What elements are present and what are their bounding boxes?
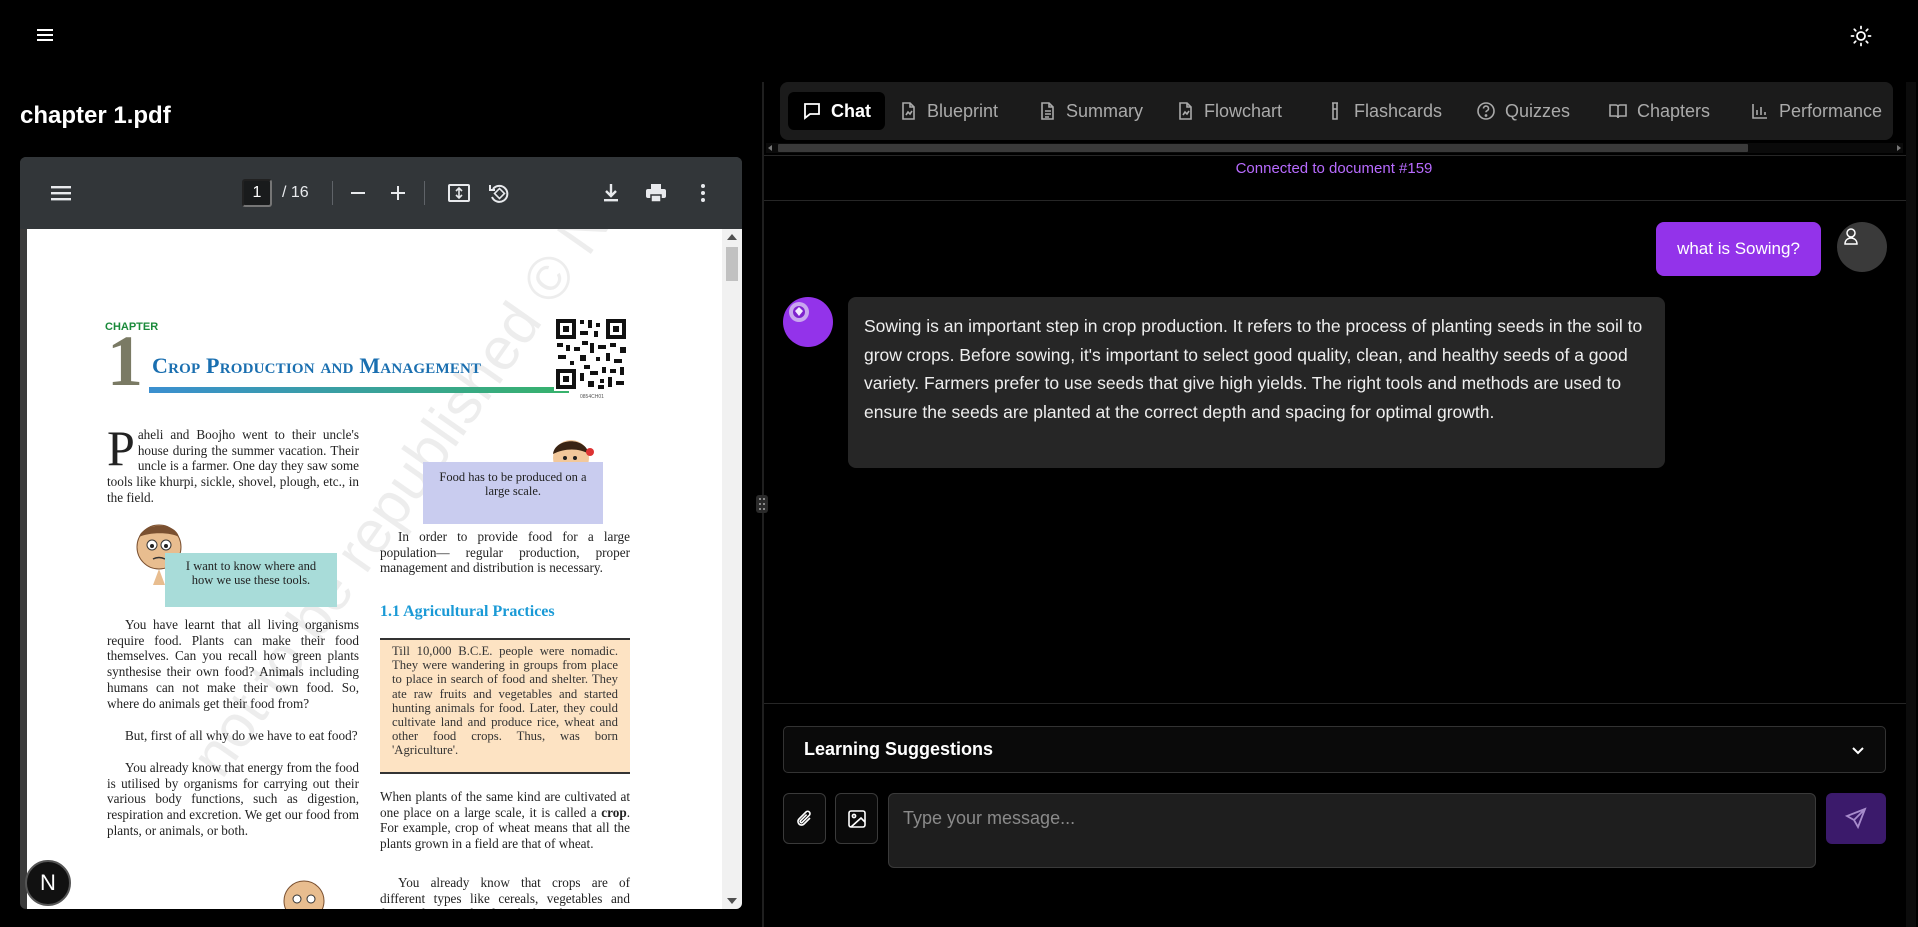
pdf-viewer: / 16 not to be republished © NCERT CHAPT… <box>20 157 742 909</box>
feature-tabs: Chat Blueprint Summary Flowchart Flashca… <box>780 82 1893 140</box>
user-message: what is Sowing? <box>1656 222 1821 276</box>
tab-label: Flowchart <box>1204 100 1283 121</box>
tab-label: Chat <box>831 100 871 121</box>
document-chart-icon <box>902 102 915 120</box>
toolbar-divider <box>332 181 333 205</box>
chapter-number: 1 <box>107 321 143 401</box>
tab-quizzes[interactable]: Quizzes <box>1462 92 1584 130</box>
tab-flowchart[interactable]: Flowchart <box>1161 92 1296 130</box>
paperclip-icon <box>796 810 811 826</box>
right-paragraph-2: When plants of the same kind are cultiva… <box>380 789 630 852</box>
divider <box>764 200 1906 201</box>
qr-code-id: 0854CH01 <box>580 394 604 400</box>
callout-food: Food has to be produced on a large scale… <box>423 462 603 524</box>
assistant-message: Sowing is an important step in crop prod… <box>848 297 1665 468</box>
tab-label: Performance <box>1779 100 1883 121</box>
send-button[interactable] <box>1826 793 1886 844</box>
tab-label: Flashcards <box>1354 100 1443 121</box>
crop-term: crop <box>601 804 627 820</box>
learning-suggestions-label: Learning Suggestions <box>804 739 994 759</box>
page-scrollbar[interactable] <box>1906 82 1916 927</box>
fit-page-icon[interactable] <box>446 180 472 206</box>
attach-file-button[interactable] <box>783 793 826 844</box>
pdf-scrollbar[interactable] <box>722 229 742 909</box>
page-total: / 16 <box>282 184 309 201</box>
pdf-page: not to be republished © NCERT CHAPTER 1 … <box>27 229 722 909</box>
connection-status: Connected to document #159 <box>1235 160 1433 177</box>
tab-chapters[interactable]: Chapters <box>1594 92 1724 130</box>
toolbar-divider <box>424 181 425 205</box>
tab-summary[interactable]: Summary <box>1023 92 1157 130</box>
tabs-scroll-thumb[interactable] <box>778 144 1748 152</box>
section-heading: 1.1 Agricultural Practices <box>380 603 555 620</box>
bar-chart-icon <box>1752 104 1767 119</box>
document-title: chapter 1.pdf <box>20 102 171 129</box>
send-icon <box>1844 807 1867 830</box>
left-paragraph-4: You already know that energy from the fo… <box>107 760 359 838</box>
tab-label: Quizzes <box>1505 100 1571 121</box>
message-input[interactable] <box>888 793 1816 868</box>
scroll-left-arrow-icon[interactable] <box>768 145 772 151</box>
tab-blueprint[interactable]: Blueprint <box>884 92 1012 130</box>
boy-cartoon-bottom <box>279 875 329 909</box>
divider <box>764 155 1906 156</box>
tab-label: Blueprint <box>927 100 999 121</box>
chat-bubble-icon <box>804 103 820 120</box>
tab-label: Summary <box>1066 100 1144 121</box>
intro-paragraph: Paheli and Boojho went to their uncle's … <box>107 420 359 506</box>
scroll-down-arrow-icon[interactable] <box>727 898 737 904</box>
tab-chat[interactable]: Chat <box>788 92 885 130</box>
top-bar <box>0 0 1918 72</box>
hamburger-menu-icon[interactable] <box>34 24 56 46</box>
pdf-toolbar: / 16 <box>20 157 742 229</box>
tab-performance[interactable]: Performance <box>1736 92 1896 130</box>
qr-code <box>554 317 628 391</box>
flask-icon <box>1332 102 1338 120</box>
left-paragraph-2: You have learnt that all living organism… <box>107 617 359 711</box>
document-text-icon <box>1041 102 1054 120</box>
sun-icon[interactable] <box>1850 25 1872 47</box>
tab-flashcards[interactable]: Flashcards <box>1311 92 1456 130</box>
book-open-icon <box>1609 104 1627 119</box>
tab-label: Chapters <box>1637 100 1711 121</box>
scroll-up-arrow-icon[interactable] <box>727 234 737 240</box>
right-paragraph-3: You already know that crops are of diffe… <box>380 875 630 909</box>
document-flow-icon <box>1179 102 1192 120</box>
sidebar-menu-icon[interactable] <box>48 180 74 206</box>
tabs-scrollbar[interactable] <box>766 143 1903 153</box>
rotate-icon[interactable] <box>486 180 512 206</box>
scroll-thumb[interactable] <box>726 247 738 281</box>
zoom-out-icon[interactable] <box>345 180 371 206</box>
assistant-avatar-icon <box>783 297 833 347</box>
attach-image-button[interactable] <box>835 793 878 844</box>
chevron-down-icon <box>1852 747 1864 755</box>
callout-tools: I want to know where and how we use thes… <box>165 553 337 607</box>
page-number-input[interactable] <box>242 179 272 207</box>
image-icon <box>847 810 866 828</box>
more-options-icon[interactable] <box>690 180 716 206</box>
history-box: Till 10,000 B.C.E. people were nomadic. … <box>380 638 630 774</box>
divider <box>764 703 1906 704</box>
user-avatar-icon <box>1837 222 1887 272</box>
print-icon[interactable] <box>643 180 669 206</box>
right-paragraph-2-text: When plants of the same kind are cultiva… <box>380 789 630 820</box>
chapter-title-rule <box>149 387 569 393</box>
dropcap: P <box>107 420 135 476</box>
resize-handle-icon[interactable] <box>756 495 768 513</box>
n-badge-button[interactable]: N <box>25 860 71 906</box>
right-paragraph-1: In order to provide food for a large pop… <box>380 529 630 576</box>
download-icon[interactable] <box>598 180 624 206</box>
zoom-in-icon[interactable] <box>385 180 411 206</box>
scroll-right-arrow-icon[interactable] <box>1897 145 1901 151</box>
help-circle-icon <box>1477 102 1495 120</box>
left-paragraph-3: But, first of all why do we have to eat … <box>125 728 358 743</box>
learning-suggestions-dropdown[interactable]: Learning Suggestions <box>783 726 1886 773</box>
intro-paragraph-text: aheli and Boojho went to their uncle's h… <box>107 427 359 505</box>
chapter-title: Crop Production and Management <box>152 353 482 378</box>
